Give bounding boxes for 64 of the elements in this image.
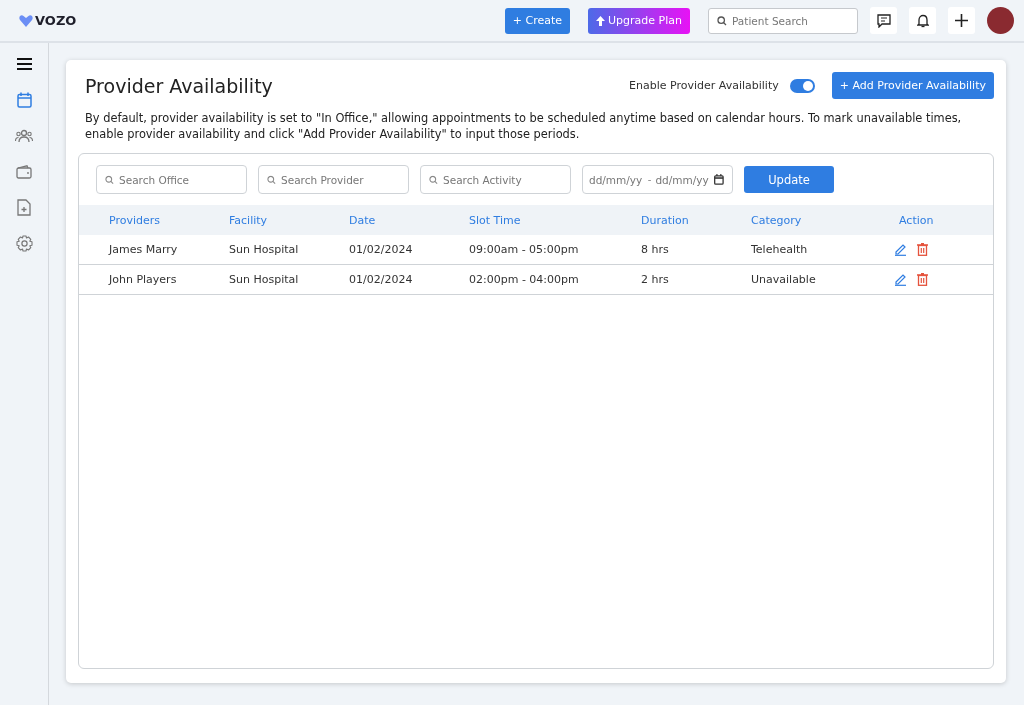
end-date-input[interactable]: dd/mm/yy [655,173,711,186]
date-separator: - [647,174,652,185]
chat-icon [876,13,891,28]
add-availability-button[interactable]: + Add Provider Availability [831,72,994,99]
column-header: Category [751,213,803,227]
arrow-up-icon [596,15,606,26]
update-button[interactable]: Update [744,166,834,193]
column-header: Duration [641,213,690,227]
search-field[interactable]: Search Activity [420,165,571,194]
notifications-button[interactable] [909,7,936,34]
table-cell-text: Unavailable [751,273,817,286]
delete-button[interactable] [917,273,928,286]
menu-icon [16,57,32,70]
table-cell-text: John Players [109,273,178,286]
toggle-label: Enable Provider Availability [629,79,779,92]
description-text: By default, provider availability is set to "In Office," allowing appointments to be scheduled anytime based on calendar hours. To mark unavailable times, enable provider availability and click "Add Provider Availability" to input those periods. [85,110,963,142]
edit-button[interactable] [894,243,907,256]
file-plus-icon [17,199,31,216]
search-icon [717,15,727,26]
plus-icon [955,14,968,27]
calendar-icon [16,91,32,108]
table-cell-text: Sun Hospital [229,273,300,286]
pencil-icon [894,273,907,286]
trash-icon [917,243,928,256]
edit-button[interactable] [894,273,907,286]
table-cell-text: James Marry [109,243,179,256]
column-header: Facility [229,213,269,227]
create-button[interactable]: + Create [504,7,571,34]
table-cell-text: 2 hrs [641,273,670,286]
search-icon [429,175,438,184]
search-field[interactable]: Search Office [96,165,247,194]
table-cell-text: 01/02/2024 [349,273,414,286]
search-icon [267,175,276,184]
table-cell-text: Telehealth [751,243,809,256]
table-cell-text: 02:00pm - 04:00pm [469,273,580,286]
people-icon [15,128,33,143]
wallet-icon [16,164,32,179]
table-cell-text: Sun Hospital [229,243,300,256]
add-button[interactable] [948,7,975,34]
table-cell-text: 8 hrs [641,243,670,256]
user-avatar[interactable] [987,7,1014,34]
pencil-icon [894,243,907,256]
logo-text: VOZO [35,13,77,28]
calendar-icon [714,174,724,185]
chat-button[interactable] [870,7,897,34]
bell-icon [916,13,929,28]
start-date-input[interactable]: dd/mm/yy [589,173,644,186]
table-cell-text: 09:00am - 05:00pm [469,243,580,256]
date-range-field[interactable]: dd/mm/yy - dd/mm/yy [582,165,733,194]
settings-icon [15,235,33,252]
column-header: Providers [109,213,162,227]
table-cell-text: 01/02/2024 [349,243,414,256]
column-header: Date [349,213,377,227]
page-title: Provider Availability [85,74,273,97]
search-icon [105,175,114,184]
upgrade-plan-button[interactable]: Upgrade Plan [588,7,690,34]
availability-toggle[interactable] [789,78,815,93]
delete-button[interactable] [917,243,928,256]
patient-search-field[interactable]: Patient Search [708,7,858,34]
column-header: Action [898,213,935,227]
trash-icon [917,273,928,286]
column-header: Slot Time [469,213,522,227]
search-field[interactable]: Search Provider [258,165,409,194]
heart-logo-icon [19,14,33,27]
